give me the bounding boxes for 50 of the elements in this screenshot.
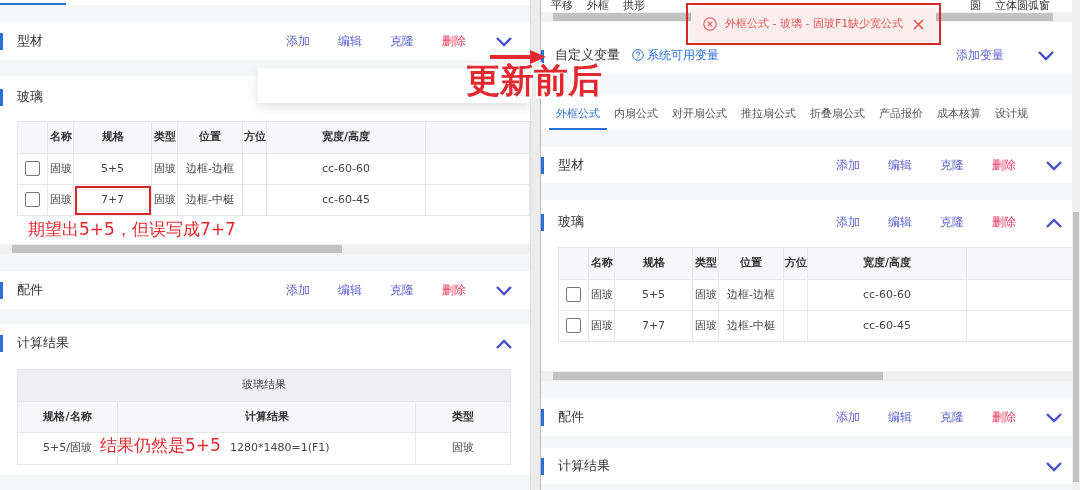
section-title: 配件 bbox=[17, 281, 43, 300]
column-header: 方位 bbox=[783, 247, 808, 280]
column-header: 方位 bbox=[242, 121, 267, 154]
table-cell: 固玻 bbox=[588, 279, 615, 311]
section-title: 计算结果 bbox=[558, 457, 610, 476]
section-title: 自定义变量 bbox=[555, 46, 620, 63]
table-cell: cc-60-60 bbox=[266, 153, 426, 185]
table-cell: 固玻 bbox=[415, 432, 511, 465]
table-cell: 固玻 bbox=[692, 310, 719, 342]
table-cell: 边框-中梃 bbox=[177, 184, 243, 216]
table-cell: 边框-边框 bbox=[718, 279, 784, 311]
column-header: 规格 bbox=[614, 247, 693, 280]
toast-message: 外框公式 - 玻璃 - 固玻F1缺少宽公式 bbox=[725, 15, 904, 32]
table-cell: cc-60-45 bbox=[266, 184, 426, 216]
table-cell: 固玻 bbox=[588, 310, 615, 342]
table-cell: 7+7 bbox=[73, 184, 152, 216]
column-header: 类型 bbox=[151, 121, 178, 154]
column-header: 名称 bbox=[47, 121, 74, 154]
table-cell: 边框-边框 bbox=[177, 153, 243, 185]
table-cell: 固玻 bbox=[692, 279, 719, 311]
table-cell: 边框-中梃 bbox=[718, 310, 784, 342]
table-cell: 7+7 bbox=[614, 310, 693, 342]
section-title: 玻璃 bbox=[17, 88, 43, 107]
annotation-text: 期望出5+5，但误写成7+7 bbox=[28, 218, 236, 242]
annotation-text: 结果仍然是5+5 bbox=[100, 434, 221, 457]
table-cell: 5+5 bbox=[73, 153, 152, 185]
table-cell: 固玻 bbox=[151, 153, 178, 185]
column-header: 宽度/高度 bbox=[807, 247, 967, 280]
help-link-text: 系统可用变量 bbox=[647, 47, 719, 64]
table-cell: 固玻 bbox=[151, 184, 178, 216]
table-cell: 5+5 bbox=[614, 279, 693, 311]
column-header: 计算结果 bbox=[117, 401, 416, 433]
table-cell: 固玻 bbox=[47, 184, 74, 216]
column-header: 位置 bbox=[718, 247, 784, 280]
column-header: 规格 bbox=[73, 121, 152, 154]
column-header: 类型 bbox=[415, 401, 511, 433]
table-cell: cc-60-60 bbox=[807, 279, 967, 311]
section-title: 型材 bbox=[558, 156, 584, 175]
table-caption: 玻璃结果 bbox=[17, 369, 511, 402]
section-title: 配件 bbox=[558, 408, 584, 427]
table-cell: 固玻 bbox=[47, 153, 74, 185]
column-header: 宽度/高度 bbox=[266, 121, 426, 154]
section-title: 计算结果 bbox=[17, 334, 69, 353]
column-header: 位置 bbox=[177, 121, 243, 154]
column-header: 类型 bbox=[692, 247, 719, 280]
table-cell: cc-60-45 bbox=[807, 310, 967, 342]
column-header: 名称 bbox=[588, 247, 615, 280]
section-title: 型材 bbox=[17, 32, 43, 51]
column-header: 规格/名称 bbox=[17, 401, 118, 433]
section-title: 玻璃 bbox=[558, 213, 584, 232]
